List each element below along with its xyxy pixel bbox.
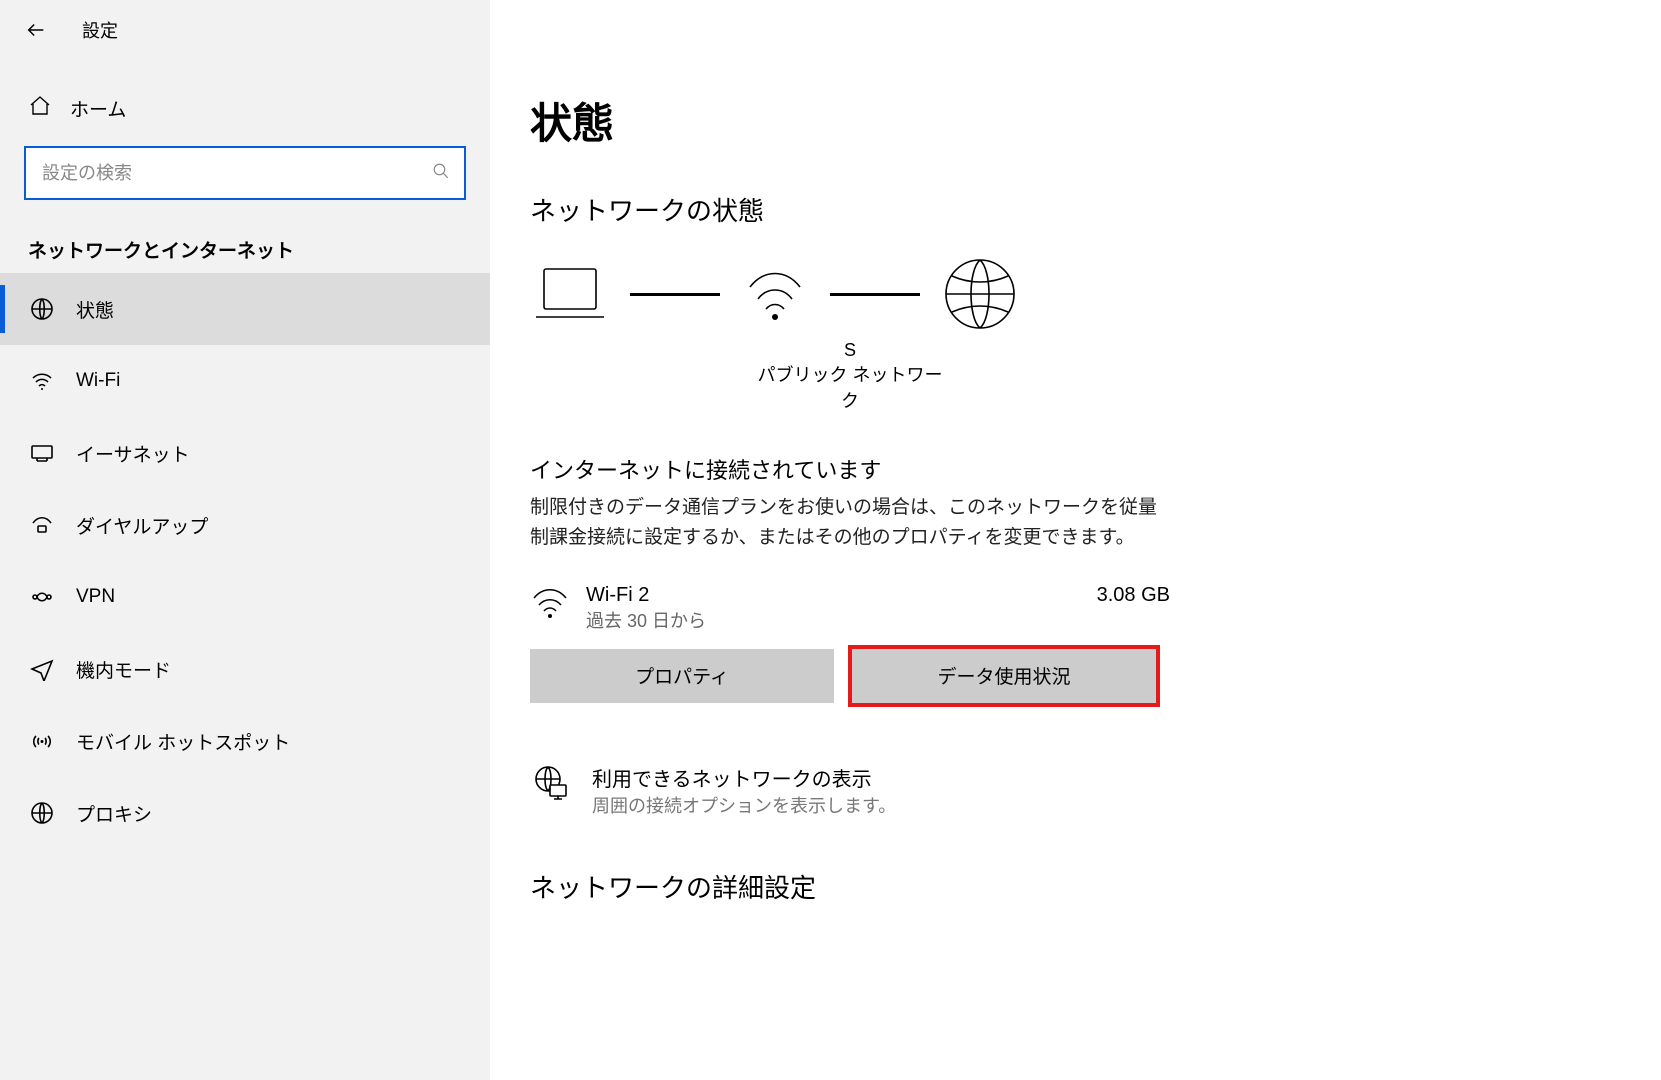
- connected-description: 制限付きのデータ通信プランをお使いの場合は、このネットワークを従量制課金接続に設…: [530, 493, 1170, 554]
- wifi-usage-block: Wi-Fi 2 過去 30 日から 3.08 GB: [530, 584, 1170, 633]
- nav-item-wifi[interactable]: Wi-Fi: [0, 345, 490, 417]
- button-row: プロパティ データ使用状況: [530, 649, 1621, 703]
- search-container: [0, 146, 490, 200]
- nav-item-status[interactable]: 状態: [0, 273, 490, 345]
- hotspot-icon: [28, 729, 56, 753]
- laptop-icon: [530, 259, 610, 329]
- wifi-usage: 3.08 GB: [1097, 584, 1170, 607]
- wifi-diagram-icon: [740, 259, 810, 329]
- wifi-name: Wi-Fi 2: [586, 584, 1097, 607]
- home-icon: [28, 94, 52, 123]
- nav-label: モバイル ホットスポット: [76, 728, 290, 755]
- globe-icon: [28, 297, 56, 321]
- nav-item-vpn[interactable]: VPN: [0, 561, 490, 633]
- connected-title: インターネットに接続されています: [530, 453, 1621, 485]
- search-box[interactable]: [24, 146, 466, 200]
- globe-monitor-icon: [530, 763, 576, 808]
- nav-label: イーサネット: [76, 440, 190, 467]
- nav-item-dialup[interactable]: ダイヤルアップ: [0, 489, 490, 561]
- ethernet-icon: [28, 441, 56, 465]
- page-title: 状態: [530, 90, 1621, 151]
- nav-label: 機内モード: [76, 656, 171, 683]
- nav-item-proxy[interactable]: プロキシ: [0, 777, 490, 849]
- available-networks-subtitle: 周囲の接続オプションを表示します。: [592, 792, 896, 818]
- ssid-label: S: [750, 340, 950, 361]
- category-header: ネットワークとインターネット: [0, 236, 490, 263]
- globe-diagram-icon: [940, 254, 1020, 334]
- nav-label: ダイヤルアップ: [76, 512, 208, 539]
- available-networks-link[interactable]: 利用できるネットワークの表示 周囲の接続オプションを表示します。: [530, 763, 1621, 818]
- nav-label: VPN: [76, 586, 115, 608]
- network-status-title: ネットワークの状態: [530, 191, 1621, 228]
- nav-list: 状態 Wi-Fi イーサネット ダイヤルアップ VPN: [0, 273, 490, 1080]
- airplane-icon: [28, 657, 56, 681]
- nav-label: Wi-Fi: [76, 370, 120, 392]
- search-input[interactable]: [40, 162, 432, 185]
- properties-button[interactable]: プロパティ: [530, 649, 834, 703]
- data-usage-button[interactable]: データ使用状況: [852, 649, 1156, 703]
- nav-item-hotspot[interactable]: モバイル ホットスポット: [0, 705, 490, 777]
- main-content: 状態 ネットワークの状態 S パブリック ネットワーク インターネットに接続され…: [490, 0, 1661, 1080]
- nav-item-ethernet[interactable]: イーサネット: [0, 417, 490, 489]
- connection-line: [830, 293, 920, 296]
- title-bar: 設定: [0, 0, 490, 60]
- wifi-icon: [530, 584, 576, 629]
- app-title: 設定: [82, 17, 118, 43]
- network-diagram: [530, 254, 1621, 334]
- nav-item-airplane[interactable]: 機内モード: [0, 633, 490, 705]
- back-button[interactable]: [20, 14, 52, 46]
- search-icon: [432, 162, 450, 185]
- proxy-icon: [28, 801, 56, 825]
- sidebar: 設定 ホーム ネットワークとインターネット 状態 Wi-Fi: [0, 0, 490, 1080]
- dialup-icon: [28, 513, 56, 537]
- connection-line: [630, 293, 720, 296]
- home-label: ホーム: [70, 95, 126, 122]
- advanced-settings-title: ネットワークの詳細設定: [530, 868, 1621, 905]
- home-nav[interactable]: ホーム: [0, 80, 490, 136]
- nav-label: プロキシ: [76, 800, 152, 827]
- wifi-icon: [28, 369, 56, 393]
- diagram-labels: S パブリック ネットワーク: [750, 340, 950, 413]
- nav-label: 状態: [76, 296, 114, 323]
- available-networks-title: 利用できるネットワークの表示: [592, 763, 896, 792]
- vpn-icon: [28, 585, 56, 609]
- wifi-subtitle: 過去 30 日から: [586, 607, 1097, 633]
- network-type-label: パブリック ネットワーク: [750, 361, 950, 413]
